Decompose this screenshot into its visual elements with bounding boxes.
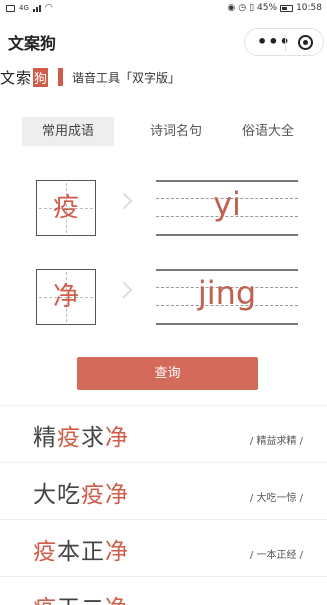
tab-proverbs[interactable]: 俗语大全	[222, 117, 314, 146]
idiom-text: 大吃	[33, 482, 81, 508]
result-row[interactable]: 精疫求净 / 精益求精 /	[0, 405, 327, 462]
char-value: 净	[52, 282, 79, 312]
char-value: 疫	[52, 193, 79, 223]
pinyin-lines-2: jing	[156, 269, 298, 325]
result-original-idiom: / 大吃一惊 /	[249, 493, 303, 504]
capsule-divider	[285, 35, 286, 51]
alarm-icon: ◷	[238, 3, 247, 13]
result-row[interactable]: 大吃疫净 / 大吃一惊 /	[0, 462, 327, 519]
category-tabs: 常用成语 诗词名句 俗语大全	[22, 117, 312, 146]
idiom-highlight-char: 净	[105, 425, 129, 451]
result-idiom: 疫本正净	[33, 532, 129, 566]
pinyin-text: yi	[213, 185, 241, 223]
result-idiom: 疫干二净	[33, 589, 129, 605]
pinyin-lines-1: yi	[156, 180, 298, 236]
status-right: ◉ ◷ ▯ 45% 10:58	[227, 3, 322, 13]
idiom-text: 干二	[57, 596, 105, 605]
idiom-highlight-char: 疫	[81, 482, 105, 508]
idiom-text: 求	[81, 425, 105, 451]
idiom-highlight-char: 疫	[33, 539, 57, 565]
pinyin-text: jing	[197, 274, 257, 312]
title-bar: 文案狗 •••	[0, 18, 327, 62]
result-row[interactable]: 疫本正净 / 一本正经 /	[0, 519, 327, 576]
char-input-row-1: 疫 yi	[36, 180, 300, 236]
app-title: 文案狗	[8, 34, 57, 53]
brand-name: 文索	[0, 68, 33, 87]
idiom-highlight-char: 疫	[33, 596, 57, 605]
notification-icon	[6, 4, 15, 12]
brand-line: 文索 狗 谐音工具「双字版」	[0, 67, 180, 87]
result-original-idiom: / 一本正经 /	[249, 550, 303, 561]
tab-common-idioms[interactable]: 常用成语	[22, 117, 114, 146]
eye-icon: ◉	[227, 3, 236, 13]
result-original-idiom: / 精益求精 /	[249, 436, 303, 447]
battery-icon	[280, 4, 294, 12]
status-bar: 4G ◠ ◉ ◷ ▯ 45% 10:58	[0, 0, 327, 18]
query-button[interactable]: 查询	[77, 357, 258, 390]
char-box-1[interactable]: 疫	[36, 180, 96, 236]
brand-accent: 狗	[33, 67, 49, 87]
char-input-row-2: 净 jing	[36, 269, 300, 325]
mini-program-capsule: •••	[244, 28, 324, 56]
idiom-highlight-char: 净	[105, 596, 129, 605]
clock: 10:58	[296, 3, 322, 13]
idiom-text: 精	[33, 425, 57, 451]
vibrate-icon: ▯	[249, 3, 255, 13]
idiom-highlight-char: 净	[105, 482, 129, 508]
signal-icon	[32, 4, 41, 12]
brand-divider-bar	[58, 68, 64, 86]
network-type: 4G	[19, 4, 29, 12]
tab-poetry[interactable]: 诗词名句	[130, 117, 222, 146]
idiom-highlight-char: 净	[105, 539, 129, 565]
idiom-highlight-char: 疫	[57, 425, 81, 451]
status-left: 4G ◠	[6, 3, 53, 13]
result-idiom: 精疫求净	[33, 418, 129, 452]
chevron-right-icon	[115, 192, 133, 210]
brand-subtitle: 谐音工具「双字版」	[72, 70, 181, 85]
result-row[interactable]: 疫干二净/ 一干二净 /	[0, 576, 327, 605]
result-idiom: 大吃疫净	[33, 475, 129, 509]
idiom-text: 本正	[57, 539, 105, 565]
battery-percent: 45%	[257, 3, 278, 13]
wifi-icon: ◠	[44, 3, 53, 13]
char-box-2[interactable]: 净	[36, 269, 96, 325]
chevron-right-icon	[115, 281, 133, 299]
target-circle-icon[interactable]	[298, 35, 313, 50]
